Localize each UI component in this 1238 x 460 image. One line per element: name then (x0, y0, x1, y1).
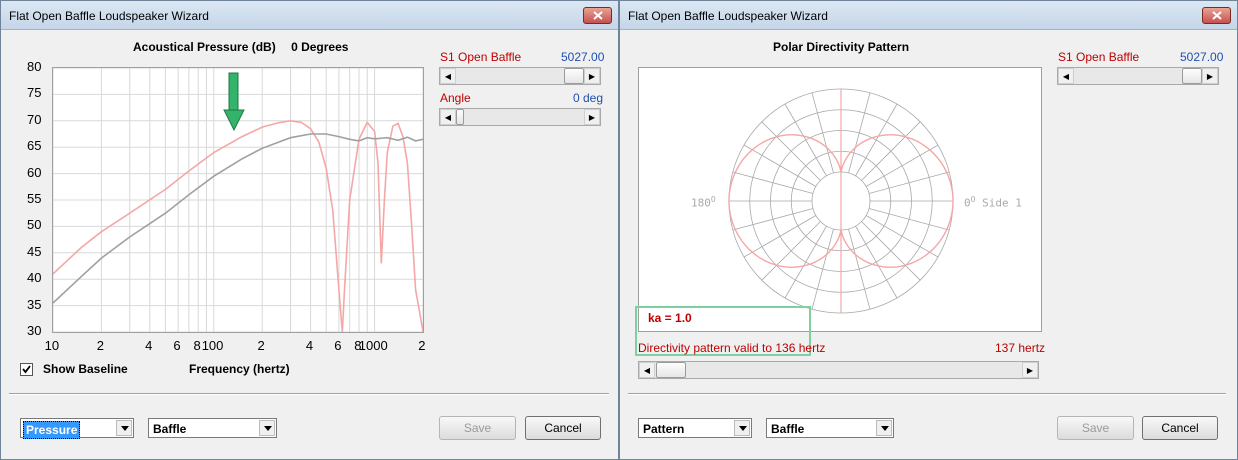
s1-label: S1 Open Baffle (440, 50, 522, 64)
chart-title-text: Acoustical Pressure (dB) (133, 40, 276, 54)
angle-180-text: 180 (691, 196, 711, 210)
y-tick-label: 40 (27, 270, 42, 286)
y-tick-label: 60 (27, 164, 42, 180)
chevron-down-icon[interactable] (259, 420, 275, 436)
polar-plot: 180O 0O Side 1 (638, 67, 1042, 332)
angle-0-label: 0O Side 1 (964, 195, 1022, 210)
close-icon (593, 11, 603, 20)
scroll-right-icon[interactable]: ▶ (1202, 68, 1218, 84)
scroll-right-icon[interactable]: ▶ (1022, 362, 1038, 378)
angle-slider[interactable]: ◀ ▶ (439, 108, 601, 126)
chevron-down-icon[interactable] (116, 420, 132, 436)
scroll-right-icon[interactable]: ▶ (584, 68, 600, 84)
x-tick-label: 1000 (358, 338, 388, 353)
y-tick-label: 50 (27, 217, 42, 233)
x-tick-label: 4 (145, 338, 153, 353)
angle-value: 0 deg (573, 91, 604, 105)
chevron-down-icon[interactable] (876, 420, 892, 436)
s1-slider-thumb[interactable] (1182, 68, 1202, 84)
down-arrow-icon (223, 72, 245, 132)
title-bar: Flat Open Baffle Loudspeaker Wizard (620, 1, 1237, 30)
x-tick-label: 2 (418, 338, 426, 353)
s1-value: 5027.00 (1180, 50, 1224, 64)
view-select-value: Pattern (643, 422, 685, 436)
view-select[interactable]: Pattern (638, 418, 752, 438)
angle-slider-thumb[interactable] (456, 109, 464, 125)
cancel-button[interactable]: Cancel (1142, 416, 1218, 440)
x-tick-label: 2 (96, 338, 104, 353)
x-tick-label: 2 (257, 338, 265, 353)
show-baseline-label[interactable]: Show Baseline (43, 362, 128, 376)
frequency-slider-thumb[interactable] (656, 362, 686, 378)
polar-chart-title: Polar Directivity Pattern (773, 40, 910, 54)
y-tick-label: 70 (27, 111, 42, 127)
s1-slider-thumb[interactable] (564, 68, 584, 84)
y-tick-label: 55 (27, 191, 42, 206)
ka-label: ka = 1.0 (648, 311, 692, 325)
x-axis-title: Frequency (hertz) (189, 362, 290, 376)
window-title: Flat Open Baffle Loudspeaker Wizard (628, 9, 828, 23)
wizard-window-left: Flat Open Baffle Loudspeaker Wizard Acou… (0, 0, 619, 460)
scroll-left-icon[interactable]: ◀ (639, 362, 655, 378)
x-tick-label: 10 (44, 338, 60, 353)
s1-slider[interactable]: ◀ ▶ (439, 67, 601, 85)
y-tick-label: 35 (27, 296, 42, 312)
x-tick-label: 6 (334, 338, 342, 353)
s1-label: S1 Open Baffle (1058, 50, 1140, 64)
angle-0-text: 0 (964, 196, 971, 210)
baffle-select-value: Baffle (771, 422, 805, 436)
close-button[interactable] (1202, 7, 1231, 24)
y-tick-label: 65 (27, 138, 42, 154)
frequency-value: 137 hertz (995, 341, 1046, 355)
y-tick-label: 30 (27, 323, 42, 338)
s1-slider[interactable]: ◀ ▶ (1057, 67, 1219, 85)
separator (628, 393, 1226, 395)
cancel-button[interactable]: Cancel (525, 416, 601, 440)
title-bar: Flat Open Baffle Loudspeaker Wizard (1, 1, 618, 30)
frequency-slider[interactable]: ◀ ▶ (638, 361, 1039, 379)
scroll-left-icon[interactable]: ◀ (440, 109, 456, 125)
validity-text: Directivity pattern valid to 136 hertz (638, 341, 826, 355)
show-baseline-checkbox[interactable] (20, 363, 33, 376)
x-tick-label: 4 (305, 338, 314, 353)
view-select[interactable]: Pressure (20, 418, 134, 439)
x-tick-label: 100 (201, 338, 224, 353)
wizard-window-right: Flat Open Baffle Loudspeaker Wizard Pola… (619, 0, 1238, 460)
x-tick-label: 6 (173, 338, 181, 353)
scroll-left-icon[interactable]: ◀ (1058, 68, 1074, 84)
baffle-select[interactable]: Baffle (148, 418, 277, 438)
chart-angle-text: 0 Degrees (291, 40, 349, 54)
close-icon (1212, 11, 1222, 20)
baffle-select[interactable]: Baffle (766, 418, 894, 438)
y-tick-label: 45 (27, 243, 42, 259)
x-tick-label: 8 (193, 338, 201, 353)
y-tick-label: 80 (27, 59, 42, 74)
separator (9, 393, 609, 395)
save-button[interactable]: Save (1057, 416, 1134, 440)
view-select-value: Pressure (23, 421, 81, 439)
scroll-right-icon[interactable]: ▶ (584, 109, 600, 125)
close-button[interactable] (583, 7, 612, 24)
save-button[interactable]: Save (439, 416, 516, 440)
chart-title: Acoustical Pressure (dB) 0 Degrees (133, 40, 348, 54)
s1-value: 5027.00 (561, 50, 605, 64)
side-label: Side 1 (982, 196, 1022, 210)
window-title: Flat Open Baffle Loudspeaker Wizard (9, 9, 209, 23)
y-tick-label: 75 (27, 85, 42, 101)
angle-label: Angle (440, 91, 471, 105)
scroll-left-icon[interactable]: ◀ (440, 68, 456, 84)
chevron-down-icon[interactable] (734, 420, 750, 436)
checkmark-icon (22, 365, 31, 374)
baffle-select-value: Baffle (153, 422, 187, 436)
angle-180-label: 180O (691, 195, 716, 210)
